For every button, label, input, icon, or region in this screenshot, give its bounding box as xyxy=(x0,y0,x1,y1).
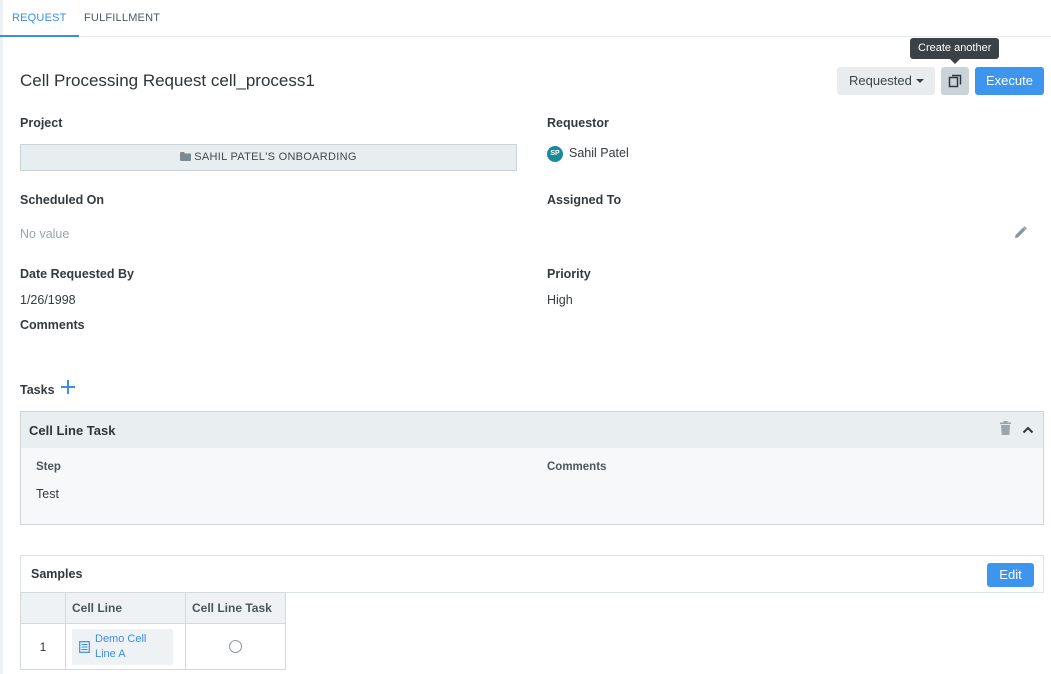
cell-line-task-cell xyxy=(185,623,286,670)
task-radio[interactable] xyxy=(229,640,242,653)
column-header-index xyxy=(20,592,66,624)
status-label: Requested xyxy=(849,73,912,88)
requestor-label: Requestor xyxy=(547,116,609,130)
create-another-button[interactable] xyxy=(941,67,969,95)
add-task-button[interactable] xyxy=(61,380,75,394)
samples-header: Samples Edit xyxy=(20,555,1044,593)
chevron-up-icon xyxy=(1022,426,1034,434)
pencil-icon xyxy=(1015,226,1027,238)
collapse-task-button[interactable] xyxy=(1022,423,1034,438)
step-value: Test xyxy=(36,487,59,501)
folder-icon xyxy=(180,152,192,161)
table-header-row: Cell Line Cell Line Task xyxy=(20,592,286,624)
date-requested-label: Date Requested By xyxy=(20,267,134,281)
table-row: 1 Demo Cell Line A xyxy=(20,623,286,670)
left-edge xyxy=(0,0,3,674)
execute-button[interactable]: Execute xyxy=(975,67,1044,95)
scheduled-on-label: Scheduled On xyxy=(20,193,105,207)
task-card: Cell Line Task Step Test Comments xyxy=(20,411,1044,525)
trash-icon xyxy=(1000,421,1011,435)
samples-title: Samples xyxy=(31,567,83,581)
copy-icon xyxy=(948,74,962,88)
tasks-label: Tasks xyxy=(20,383,55,397)
priority-label: Priority xyxy=(547,267,591,281)
task-comments-label: Comments xyxy=(547,461,607,473)
create-another-tooltip: Create another xyxy=(910,38,1000,64)
entity-icon xyxy=(79,640,90,653)
column-header-cell-line[interactable]: Cell Line xyxy=(65,592,186,624)
page-title: Cell Processing Request cell_process1 xyxy=(20,71,315,90)
avatar: SP xyxy=(547,146,563,162)
comments-label: Comments xyxy=(20,318,85,332)
assigned-to-label: Assigned To xyxy=(547,193,622,207)
cell-line-cell: Demo Cell Line A xyxy=(65,623,186,670)
step-label: Step xyxy=(36,461,61,473)
priority-value[interactable]: High xyxy=(547,293,573,307)
edit-assigned-button[interactable] xyxy=(1014,226,1027,242)
scheduled-on-value[interactable]: No value xyxy=(20,227,69,241)
project-name: SAHIL PATEL'S ONBOARDING xyxy=(194,151,357,163)
delete-task-button[interactable] xyxy=(1000,421,1011,438)
task-card-header[interactable]: Cell Line Task xyxy=(21,412,1043,448)
caret-down-icon xyxy=(916,79,924,83)
status-dropdown[interactable]: Requested xyxy=(837,67,935,95)
cell-line-link[interactable]: Demo Cell Line A xyxy=(72,628,173,665)
row-index: 1 xyxy=(20,623,66,670)
date-requested-value[interactable]: 1/26/1998 xyxy=(20,293,76,307)
project-label: Project xyxy=(20,116,63,130)
tab-bar: REQUEST FULFILLMENT xyxy=(0,0,1051,37)
tab-request[interactable]: REQUEST xyxy=(0,0,79,37)
tab-fulfillment[interactable]: FULFILLMENT xyxy=(72,0,172,37)
requestor-name: Sahil Patel xyxy=(569,146,629,160)
project-link[interactable]: SAHIL PATEL'S ONBOARDING xyxy=(20,144,517,171)
task-title: Cell Line Task xyxy=(29,423,116,438)
edit-samples-button[interactable]: Edit xyxy=(987,563,1034,587)
cell-line-name: Demo Cell Line A xyxy=(95,632,147,660)
column-header-cell-line-task[interactable]: Cell Line Task xyxy=(185,592,286,624)
samples-table: Cell Line Cell Line Task 1 Demo Cell Lin… xyxy=(20,592,286,670)
